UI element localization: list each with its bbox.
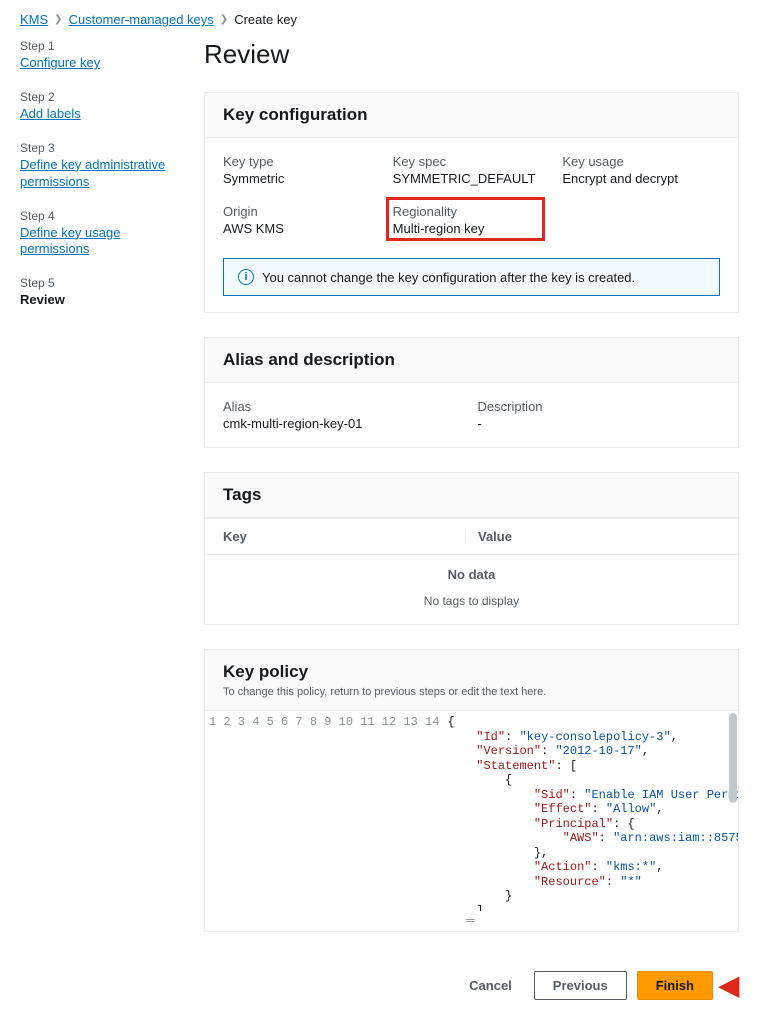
breadcrumb: KMS ❯ Customer-managed keys ❯ Create key	[0, 0, 771, 35]
kv-key-spec: Key spec SYMMETRIC_DEFAULT	[393, 148, 551, 186]
tags-col-value: Value	[465, 529, 720, 544]
wizard-step-1: Step 1 Configure key	[20, 39, 170, 72]
kv-value: cmk-multi-region-key-01	[223, 416, 466, 431]
kv-regionality: Regionality Multi-region key	[387, 198, 545, 240]
wizard-step-3: Step 3 Define key administrative permiss…	[20, 141, 170, 191]
tags-col-key: Key	[223, 529, 465, 544]
wizard-footer: Cancel Previous Finish ◀	[0, 956, 771, 1021]
wizard-step-2: Step 2 Add labels	[20, 90, 170, 123]
code-content[interactable]: { "Id": "key-consolepolicy-3", "Version"…	[447, 711, 738, 911]
key-policy-panel: Key policy To change this policy, return…	[204, 649, 739, 932]
chevron-right-icon: ❯	[220, 14, 228, 25]
code-gutter: 1 2 3 4 5 6 7 8 9 10 11 12 13 14	[205, 711, 447, 911]
kv-value: -	[478, 416, 721, 431]
step-number-label: Step 4	[20, 209, 170, 223]
kv-value: AWS KMS	[223, 221, 381, 236]
kv-alias: Alias cmk-multi-region-key-01	[223, 393, 466, 431]
kv-key-type: Key type Symmetric	[223, 148, 381, 186]
annotation-arrow-icon: ◀	[719, 970, 739, 1001]
key-policy-heading-text: Key policy	[223, 662, 308, 681]
step-link-usage-perms[interactable]: Define key usage permissions	[20, 225, 170, 259]
kv-value: SYMMETRIC_DEFAULT	[393, 171, 551, 186]
kv-label: Regionality	[393, 204, 539, 219]
kv-label: Description	[478, 399, 721, 414]
kv-label: Key spec	[393, 154, 551, 169]
editor-resize-handle[interactable]: ═	[205, 911, 738, 931]
kv-description: Description -	[478, 393, 721, 431]
cancel-button[interactable]: Cancel	[457, 972, 524, 999]
page-title: Review	[204, 39, 739, 70]
tags-table-header: Key Value	[205, 518, 738, 555]
info-icon: i	[238, 269, 254, 285]
step-number-label: Step 2	[20, 90, 170, 104]
chevron-right-icon: ❯	[54, 14, 62, 25]
kv-label: Origin	[223, 204, 381, 219]
kv-value: Multi-region key	[393, 221, 539, 236]
step-link-add-labels[interactable]: Add labels	[20, 106, 170, 123]
kv-label: Alias	[223, 399, 466, 414]
key-policy-subtext: To change this policy, return to previou…	[223, 686, 720, 698]
breadcrumb-current: Create key	[234, 12, 297, 27]
panel-heading: Key policy To change this policy, return…	[205, 650, 738, 711]
step-number-label: Step 3	[20, 141, 170, 155]
tags-empty-title: No data	[205, 555, 738, 594]
editor-scrollbar[interactable]	[729, 713, 737, 909]
previous-button[interactable]: Previous	[534, 971, 627, 1000]
kv-label: Key type	[223, 154, 381, 169]
kv-label: Key usage	[562, 154, 720, 169]
wizard-steps: Step 1 Configure key Step 2 Add labels S…	[0, 35, 190, 956]
step-link-configure-key[interactable]: Configure key	[20, 55, 170, 72]
kv-value: Symmetric	[223, 171, 381, 186]
kv-origin: Origin AWS KMS	[223, 198, 381, 236]
tags-panel: Tags Key Value No data No tags to displa…	[204, 472, 739, 625]
tags-empty-subtitle: No tags to display	[205, 594, 738, 624]
info-text: You cannot change the key configuration …	[262, 270, 635, 285]
wizard-step-5: Step 5 Review	[20, 276, 170, 307]
scrollbar-thumb[interactable]	[729, 713, 737, 803]
wizard-step-4: Step 4 Define key usage permissions	[20, 209, 170, 259]
kv-key-usage: Key usage Encrypt and decrypt	[562, 148, 720, 186]
key-configuration-panel: Key configuration Key type Symmetric Key…	[204, 92, 739, 313]
panel-heading: Key configuration	[205, 93, 738, 138]
step-number-label: Step 5	[20, 276, 170, 290]
alias-description-panel: Alias and description Alias cmk-multi-re…	[204, 337, 739, 448]
key-policy-editor[interactable]: 1 2 3 4 5 6 7 8 9 10 11 12 13 14 { "Id":…	[205, 711, 738, 911]
panel-heading: Alias and description	[205, 338, 738, 383]
finish-button[interactable]: Finish	[637, 971, 713, 1000]
breadcrumb-link-cmk[interactable]: Customer-managed keys	[69, 12, 214, 27]
step-link-admin-perms[interactable]: Define key administrative permissions	[20, 157, 170, 191]
panel-heading: Tags	[205, 473, 738, 518]
breadcrumb-link-kms[interactable]: KMS	[20, 12, 48, 27]
step-current-review: Review	[20, 292, 170, 307]
step-number-label: Step 1	[20, 39, 170, 53]
info-box: i You cannot change the key configuratio…	[223, 258, 720, 296]
kv-value: Encrypt and decrypt	[562, 171, 720, 186]
